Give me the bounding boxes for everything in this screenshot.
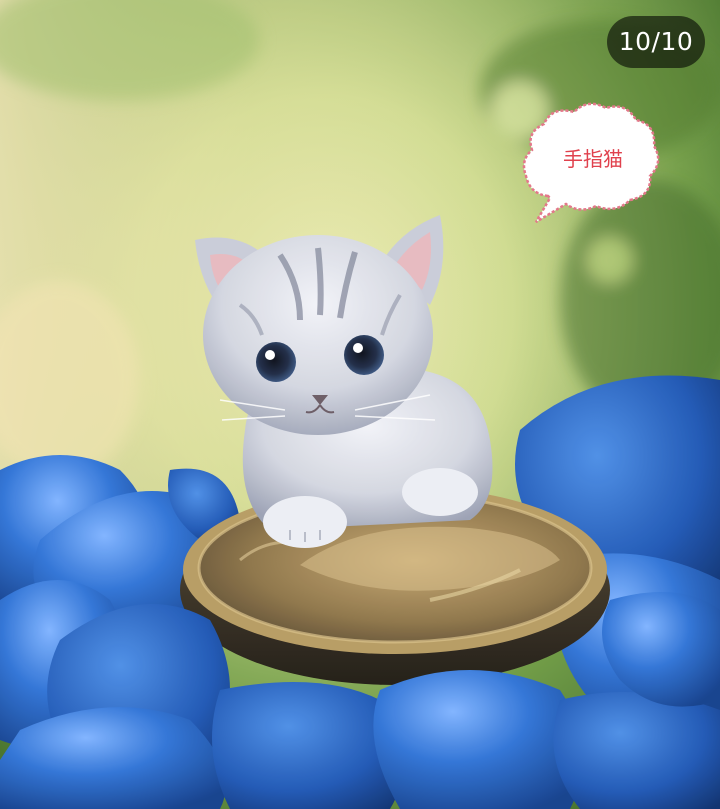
image-viewer[interactable]: 10/10 手指猫 [0,0,720,809]
page-counter-badge: 10/10 [607,16,705,68]
speech-bubble-sticker: 手指猫 [518,98,664,226]
sticker-text: 手指猫 [563,147,623,171]
